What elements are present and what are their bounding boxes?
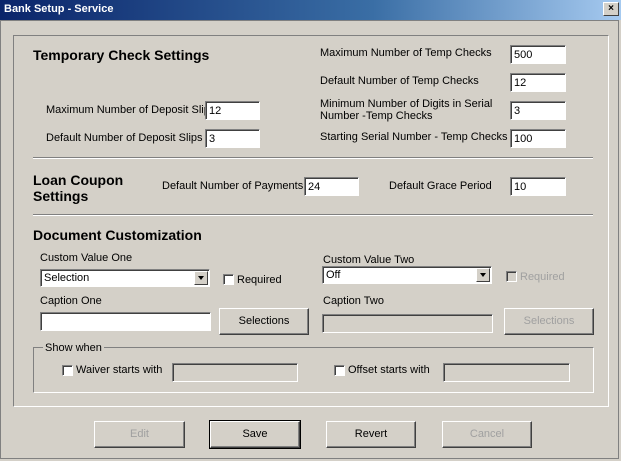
min-digits-label-1: Minimum Number of Digits in Serial — [320, 98, 493, 110]
min-digits-input[interactable] — [510, 101, 566, 120]
show-when-legend: Show when — [43, 342, 104, 354]
temp-check-title: Temporary Check Settings — [33, 47, 210, 63]
offset-label: Offset starts with — [348, 364, 430, 376]
default-payments-input[interactable] — [304, 177, 359, 196]
max-temp-checks-input[interactable] — [510, 45, 566, 64]
doc-custom-title: Document Customization — [33, 227, 202, 243]
max-deposit-slips-input[interactable] — [205, 101, 260, 120]
offset-checkbox[interactable] — [334, 365, 345, 376]
required-one-label: Required — [237, 274, 282, 286]
required-two-checkbox[interactable] — [506, 271, 517, 282]
chevron-down-icon[interactable] — [476, 268, 490, 282]
selections-two-button[interactable]: Selections — [504, 308, 594, 335]
edit-button[interactable]: Edit — [94, 421, 185, 448]
custom-value-one-label: Custom Value One — [40, 252, 133, 264]
required-two-label: Required — [520, 271, 565, 283]
waiver-input[interactable] — [172, 363, 298, 382]
default-payments-label: Default Number of Payments — [162, 180, 304, 192]
default-deposit-slips-input[interactable] — [205, 129, 260, 148]
max-temp-checks-label: Maximum Number of Temp Checks — [320, 47, 492, 59]
close-icon: × — [608, 3, 614, 14]
close-button[interactable]: × — [603, 2, 619, 16]
min-digits-label-2: Number -Temp Checks — [320, 110, 433, 122]
caption-one-label: Caption One — [40, 295, 102, 307]
grace-period-label: Default Grace Period — [389, 180, 492, 192]
window-title: Bank Setup - Service — [4, 3, 114, 15]
waiver-checkbox[interactable] — [62, 365, 73, 376]
loan-coupon-title-1: Loan Coupon — [33, 172, 124, 188]
custom-value-one-select[interactable]: Selection — [40, 269, 210, 287]
starting-serial-label: Starting Serial Number - Temp Checks — [320, 131, 508, 143]
loan-coupon-title-2: Settings — [33, 188, 89, 204]
caption-two-input[interactable] — [322, 314, 493, 333]
title-bar: Bank Setup - Service × — [0, 0, 621, 20]
caption-one-input[interactable] — [40, 312, 211, 331]
selections-one-button[interactable]: Selections — [219, 308, 309, 335]
custom-value-one-selected: Selection — [44, 272, 90, 284]
custom-value-two-label: Custom Value Two — [323, 254, 415, 266]
grace-period-input[interactable] — [510, 177, 566, 196]
max-deposit-slips-label: Maximum Number of Deposit Slips — [46, 104, 216, 116]
custom-value-two-selected: Off — [326, 269, 341, 281]
caption-two-label: Caption Two — [323, 295, 384, 307]
offset-input[interactable] — [443, 363, 570, 382]
cancel-button[interactable]: Cancel — [442, 421, 532, 448]
default-deposit-slips-label: Default Number of Deposit Slips — [46, 132, 203, 144]
custom-value-two-select[interactable]: Off — [322, 266, 492, 284]
default-temp-checks-label: Default Number of Temp Checks — [320, 75, 479, 87]
default-temp-checks-input[interactable] — [510, 73, 566, 92]
chevron-down-icon[interactable] — [194, 271, 208, 285]
revert-button[interactable]: Revert — [326, 421, 416, 448]
save-button[interactable]: Save — [209, 420, 301, 449]
separator-1 — [33, 157, 593, 159]
required-one-checkbox[interactable] — [223, 274, 234, 285]
waiver-label: Waiver starts with — [76, 364, 163, 376]
separator-2 — [33, 214, 593, 216]
starting-serial-input[interactable] — [510, 129, 566, 148]
